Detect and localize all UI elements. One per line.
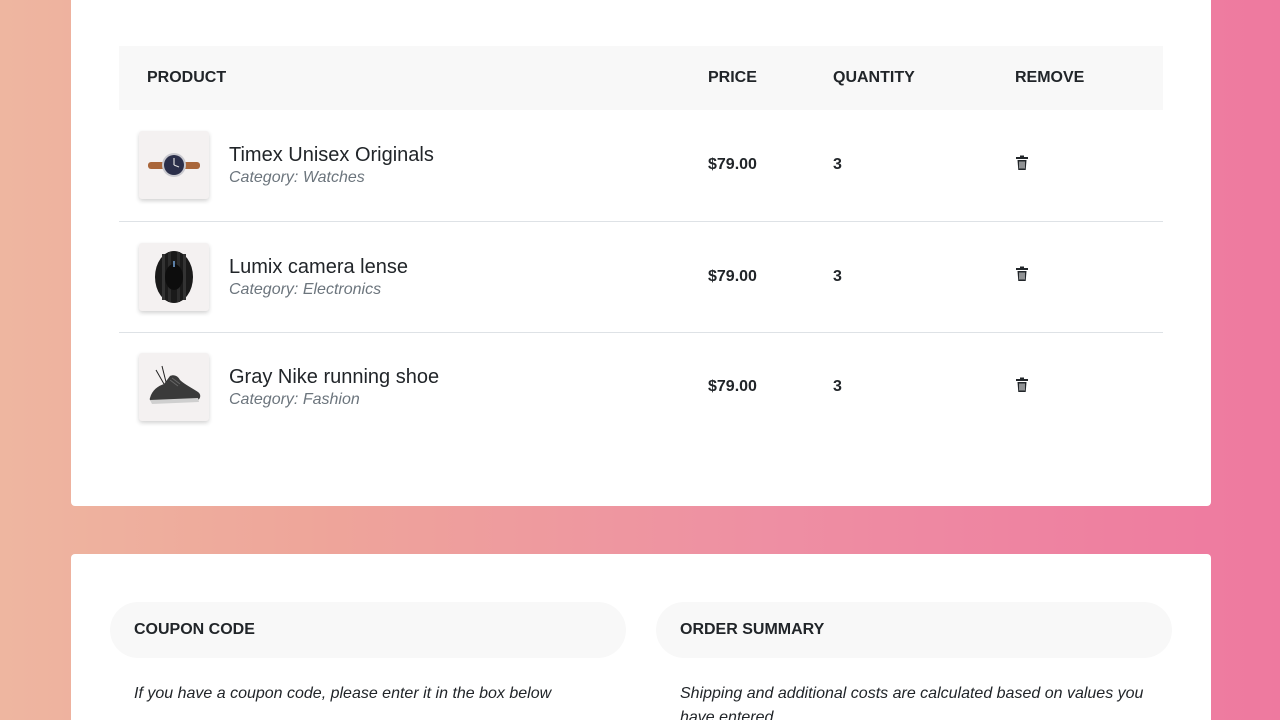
category-prefix: Category: (229, 169, 299, 187)
table-row: Timex Unisex Originals Category: Watches… (119, 110, 1163, 221)
cart-table: PRODUCT PRICE QUANTITY REMOVE Timex Unis… (119, 46, 1163, 442)
category-value: Electronics (302, 280, 382, 298)
cart-card: PRODUCT PRICE QUANTITY REMOVE Timex Unis… (71, 0, 1211, 506)
quantity-column-header: QUANTITY (833, 69, 915, 86)
trash-icon[interactable] (1015, 155, 1029, 171)
product-cell: Gray Nike running shoe Category: Fashion (119, 353, 708, 422)
price-column-header: PRICE (708, 69, 757, 86)
product-column-header: PRODUCT (147, 69, 227, 86)
watch-image[interactable] (139, 131, 209, 200)
product-price: $79.00 (708, 267, 757, 285)
product-cell: Lumix camera lense Category: Electronics (119, 242, 708, 311)
product-name[interactable]: Lumix camera lense (229, 254, 408, 280)
product-category: Category: Electronics (229, 280, 408, 300)
cart-table-header: PRODUCT PRICE QUANTITY REMOVE (119, 46, 1163, 110)
checkout-card: COUPON CODE If you have a coupon code, p… (71, 554, 1211, 720)
product-info: Gray Nike running shoe Category: Fashion (229, 364, 439, 410)
category-prefix: Category: (229, 391, 299, 409)
product-price: $79.00 (708, 156, 757, 174)
remove-column-header: REMOVE (1015, 69, 1085, 86)
table-row: Gray Nike running shoe Category: Fashion… (119, 332, 1163, 442)
category-value: Watches (302, 169, 365, 187)
product-quantity[interactable]: 3 (833, 378, 842, 395)
product-quantity[interactable]: 3 (833, 268, 842, 285)
coupon-code-header: COUPON CODE (110, 602, 626, 658)
order-summary-instructions: Shipping and additional costs are calcul… (680, 685, 1144, 720)
product-cell: Timex Unisex Originals Category: Watches (119, 131, 708, 200)
product-category: Category: Fashion (229, 390, 439, 410)
product-name[interactable]: Gray Nike running shoe (229, 364, 439, 390)
coupon-instructions: If you have a coupon code, please enter … (134, 685, 552, 702)
trash-icon[interactable] (1015, 266, 1029, 282)
product-category: Category: Watches (229, 168, 434, 188)
product-info: Timex Unisex Originals Category: Watches (229, 142, 434, 188)
product-quantity[interactable]: 3 (833, 156, 842, 173)
product-name[interactable]: Timex Unisex Originals (229, 142, 434, 168)
table-row: Lumix camera lense Category: Electronics… (119, 221, 1163, 332)
product-price: $79.00 (708, 378, 757, 396)
category-value: Fashion (302, 391, 360, 409)
product-info: Lumix camera lense Category: Electronics (229, 254, 408, 300)
order-summary-header: ORDER SUMMARY (656, 602, 1172, 658)
shoe-image[interactable] (139, 353, 209, 422)
camera-lens-image[interactable] (139, 242, 209, 311)
trash-icon[interactable] (1015, 377, 1029, 393)
category-prefix: Category: (229, 280, 299, 298)
